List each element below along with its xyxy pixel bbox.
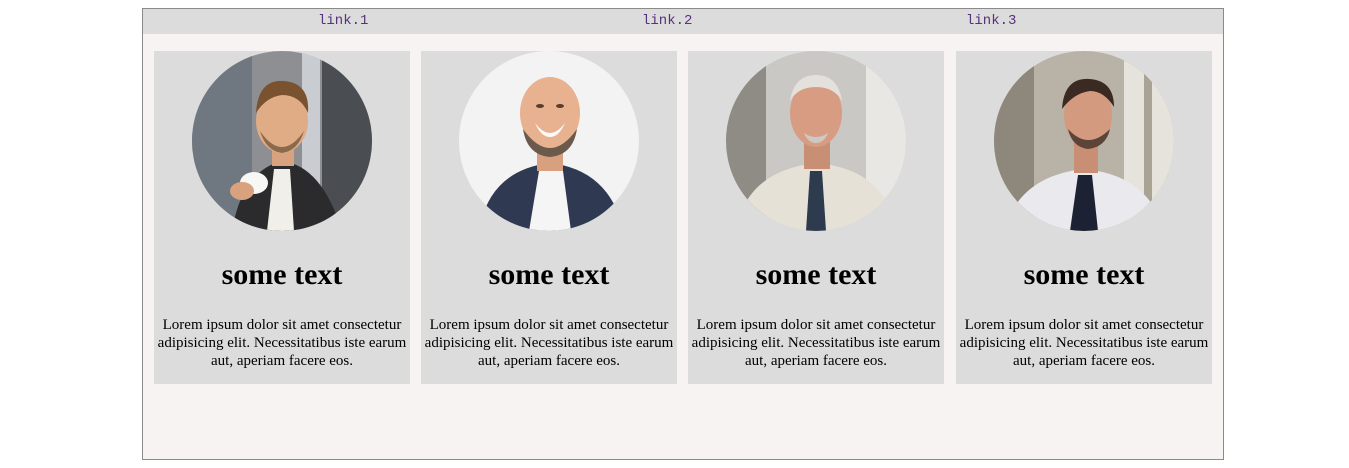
nav-link-3[interactable]: link.3 bbox=[966, 13, 1016, 29]
older-man-with-tie-photo bbox=[726, 51, 906, 231]
young-man-looking-out-window-photo bbox=[994, 51, 1174, 231]
card-title: some text bbox=[488, 258, 610, 291]
top-nav: link.1 link.2 link.3 bbox=[143, 9, 1223, 34]
profile-card: some text Lorem ipsum dolor sit amet con… bbox=[421, 51, 677, 384]
card-description: Lorem ipsum dolor sit amet consectetur a… bbox=[424, 317, 674, 369]
card-title: some text bbox=[1023, 258, 1145, 291]
bald-man-laughing-photo bbox=[459, 51, 639, 231]
nav-link-1[interactable]: link.1 bbox=[318, 13, 368, 29]
card-description: Lorem ipsum dolor sit amet consectetur a… bbox=[691, 317, 941, 369]
man-holding-coffee-photo bbox=[192, 51, 372, 231]
card-description: Lorem ipsum dolor sit amet consectetur a… bbox=[959, 317, 1209, 369]
card-title: some text bbox=[755, 258, 877, 291]
card-description: Lorem ipsum dolor sit amet consectetur a… bbox=[157, 317, 407, 369]
card-title: some text bbox=[221, 258, 343, 291]
profile-card: some text Lorem ipsum dolor sit amet con… bbox=[956, 51, 1212, 384]
nav-link-2[interactable]: link.2 bbox=[642, 13, 692, 29]
page-frame: link.1 link.2 link.3 some text Lorem ips… bbox=[142, 8, 1224, 460]
profile-card: some text Lorem ipsum dolor sit amet con… bbox=[154, 51, 410, 384]
profile-card: some text Lorem ipsum dolor sit amet con… bbox=[688, 51, 944, 384]
